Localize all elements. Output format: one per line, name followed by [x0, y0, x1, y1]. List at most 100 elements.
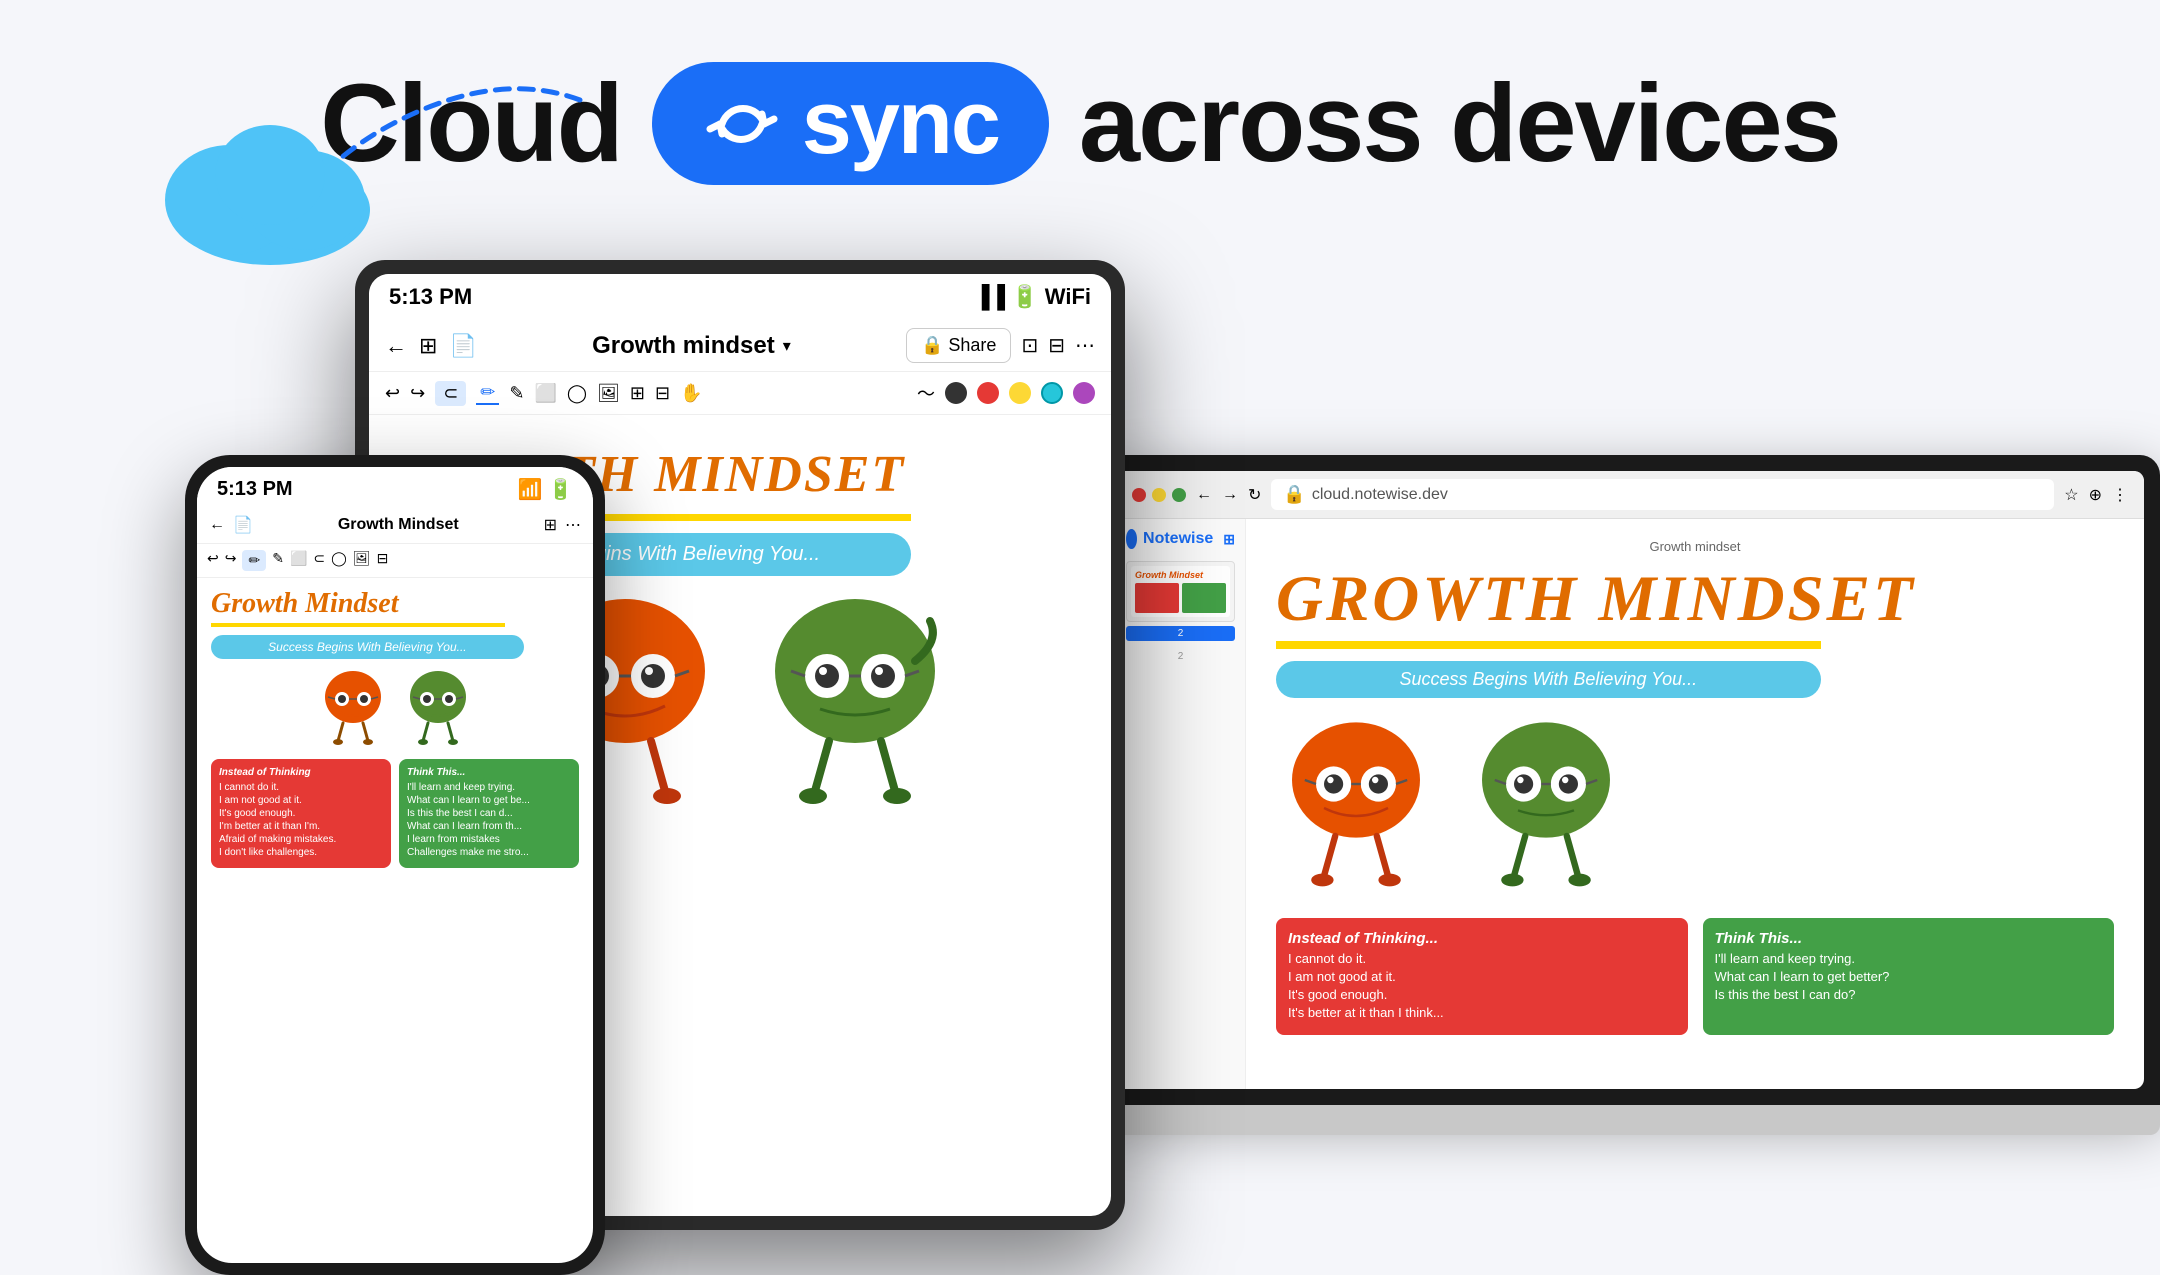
phone-subheading: Success Begins With Believing You...	[211, 635, 524, 659]
laptop-red-item: It's good enough.	[1288, 987, 1676, 1002]
phone-green-brain	[403, 669, 473, 749]
tablet-more-icon[interactable]: ⋯	[1075, 333, 1095, 358]
laptop-brain-figures	[1276, 713, 2114, 903]
tablet-grid[interactable]: ⊞	[630, 383, 645, 404]
color-red[interactable]	[977, 382, 999, 404]
tablet-status-bar: 5:13 PM ▐▐ 🔋 WiFi	[369, 274, 1111, 320]
tablet-pen[interactable]: ✏	[476, 382, 499, 405]
phone-expand-icon[interactable]: ⊞	[544, 515, 557, 535]
laptop-main-content: Growth mindset GROWTH MINDSET Success Be…	[1246, 519, 2144, 1089]
phone-card-red-title: Instead of Thinking	[219, 767, 383, 778]
laptop-subheading: Success Begins With Believing You...	[1276, 661, 1821, 698]
browser-back[interactable]: ←	[1196, 486, 1212, 504]
phone-card-item: I am not good at it.	[219, 795, 383, 806]
tablet-wave-icon[interactable]: 〜	[917, 380, 935, 406]
color-yellow[interactable]	[1009, 382, 1031, 404]
cloud-icon	[140, 80, 400, 285]
laptop-card-red: Instead of Thinking... I cannot do it. I…	[1276, 918, 1688, 1035]
phone-device: 5:13 PM 📶 🔋 ← 📄 Growth Mindset ⊞ ⋯ ↩ ↪ ✏…	[185, 455, 605, 1275]
browser-traffic-lights	[1132, 488, 1186, 502]
header-suffix: across devices	[1079, 60, 1840, 187]
tablet-time: 5:13 PM	[389, 284, 472, 310]
tablet-sticker[interactable]: ⊟	[655, 383, 670, 404]
browser-ext[interactable]: ⊕	[2089, 485, 2102, 505]
phone-card-item: I'm better at it than I'm.	[219, 821, 383, 832]
phone-card-item: It's good enough.	[219, 808, 383, 819]
phone-card-item: I cannot do it.	[219, 782, 383, 793]
tablet-undo[interactable]: ↩	[385, 383, 400, 404]
browser-close-dot[interactable]	[1132, 488, 1146, 502]
color-purple[interactable]	[1073, 382, 1095, 404]
phone-card-item: What can I learn from th...	[407, 821, 571, 832]
share-label: Share	[948, 335, 996, 356]
tablet-fullscreen-icon[interactable]: ⊡	[1021, 333, 1038, 358]
phone-heading: Growth Mindset	[211, 588, 579, 620]
phone-share[interactable]: ⊟	[377, 550, 389, 571]
phone-back-icon[interactable]: ←	[209, 516, 225, 534]
browser-reload[interactable]: ↻	[1248, 485, 1261, 505]
phone-doc-icon[interactable]: 📄	[233, 515, 253, 535]
laptop-base	[1100, 1105, 2160, 1135]
browser-max-dot[interactable]	[1172, 488, 1186, 502]
phone-card-item: I don't like challenges.	[219, 847, 383, 858]
tablet-redo[interactable]: ↪	[410, 383, 425, 404]
laptop-screen: ← → ↻ 🔒 cloud.notewise.dev ☆ ⊕ ⋮	[1116, 471, 2144, 1089]
phone-more-icon[interactable]: ⋯	[565, 515, 581, 535]
laptop-browser-bar: ← → ↻ 🔒 cloud.notewise.dev ☆ ⊕ ⋮	[1116, 471, 2144, 519]
browser-min-dot[interactable]	[1152, 488, 1166, 502]
phone-lasso[interactable]: ⊂	[313, 550, 325, 571]
sidebar-grid-icon[interactable]: ⊞	[1223, 531, 1235, 548]
tablet-signal: ▐▐ 🔋 WiFi	[974, 284, 1091, 310]
devices-container: 5:13 PM 📶 🔋 ← 📄 Growth Mindset ⊞ ⋯ ↩ ↪ ✏…	[0, 260, 2160, 1215]
browser-forward[interactable]: →	[1222, 486, 1238, 504]
color-black[interactable]	[945, 382, 967, 404]
phone-card-green: Think This... I'll learn and keep trying…	[399, 759, 579, 868]
tablet-copy-icon[interactable]: ⊟	[1048, 333, 1065, 358]
browser-star[interactable]: ☆	[2064, 485, 2078, 505]
phone-status-bar: 5:13 PM 📶 🔋	[197, 467, 593, 507]
notewise-logo: Notewise ⊞	[1126, 529, 1235, 549]
sidebar-thumbnail[interactable]: Growth Mindset 2	[1126, 561, 1235, 641]
url-text: cloud.notewise.dev	[1312, 486, 1448, 504]
phone-card-red: Instead of Thinking I cannot do it. I am…	[211, 759, 391, 868]
tablet-green-brain	[755, 591, 955, 821]
tablet-shape[interactable]: ◯	[567, 383, 587, 404]
tablet-chevron-icon[interactable]: ▾	[783, 336, 791, 356]
tablet-back-icon[interactable]: ←	[385, 333, 407, 359]
phone-marker[interactable]: ✎	[272, 550, 284, 571]
phone-redo[interactable]: ↪	[225, 550, 237, 571]
laptop-red-item: It's better at it than I think...	[1288, 1005, 1676, 1020]
tablet-lasso[interactable]: ⊂	[435, 381, 466, 406]
laptop-orange-brain	[1276, 713, 1436, 903]
browser-menu[interactable]: ⋮	[2112, 485, 2128, 505]
phone-pen-icon[interactable]: ✏	[242, 550, 266, 571]
tablet-share-button[interactable]: 🔒 Share	[906, 328, 1011, 363]
phone-orange-brain	[318, 669, 388, 749]
laptop-green-title: Think This...	[1715, 930, 2103, 947]
phone-card-item: I learn from mistakes	[407, 834, 571, 845]
phone-shape[interactable]: ◯	[331, 550, 347, 571]
phone-tools: ↩ ↪ ✏ ✎ ⬜ ⊂ ◯ 🖼 ⊟	[197, 544, 593, 578]
tablet-hand[interactable]: ✋	[680, 383, 702, 404]
tablet-img[interactable]: 🖼	[597, 383, 620, 404]
phone-undo[interactable]: ↩	[207, 550, 219, 571]
phone-img[interactable]: 🖼	[353, 550, 371, 571]
notewise-label: Notewise	[1143, 530, 1213, 548]
laptop-app-content: Notewise ⊞ Growth Mindset	[1116, 519, 2144, 1089]
phone-toolbar: ← 📄 Growth Mindset ⊞ ⋯	[197, 507, 593, 544]
tablet-eraser[interactable]: ⬜	[534, 383, 556, 404]
color-cyan[interactable]	[1041, 382, 1063, 404]
laptop-heading: GROWTH MINDSET	[1276, 562, 2114, 637]
tablet-doc-icon[interactable]: 📄	[449, 333, 476, 359]
phone-screen: 5:13 PM 📶 🔋 ← 📄 Growth Mindset ⊞ ⋯ ↩ ↪ ✏…	[197, 467, 593, 1263]
tablet-doc-title: Growth mindset	[592, 332, 775, 360]
laptop-red-item: I cannot do it.	[1288, 951, 1676, 966]
laptop-green-item: What can I learn to get better?	[1715, 969, 2103, 984]
laptop-green-item: Is this the best I can do?	[1715, 987, 2103, 1002]
tablet-pencil[interactable]: ✎	[509, 383, 524, 404]
phone-eraser[interactable]: ⬜	[290, 550, 307, 571]
browser-url-bar[interactable]: 🔒 cloud.notewise.dev	[1271, 479, 2054, 510]
laptop-red-title: Instead of Thinking...	[1288, 930, 1676, 947]
laptop-green-brain	[1466, 713, 1626, 903]
tablet-grid-icon[interactable]: ⊞	[419, 333, 437, 359]
